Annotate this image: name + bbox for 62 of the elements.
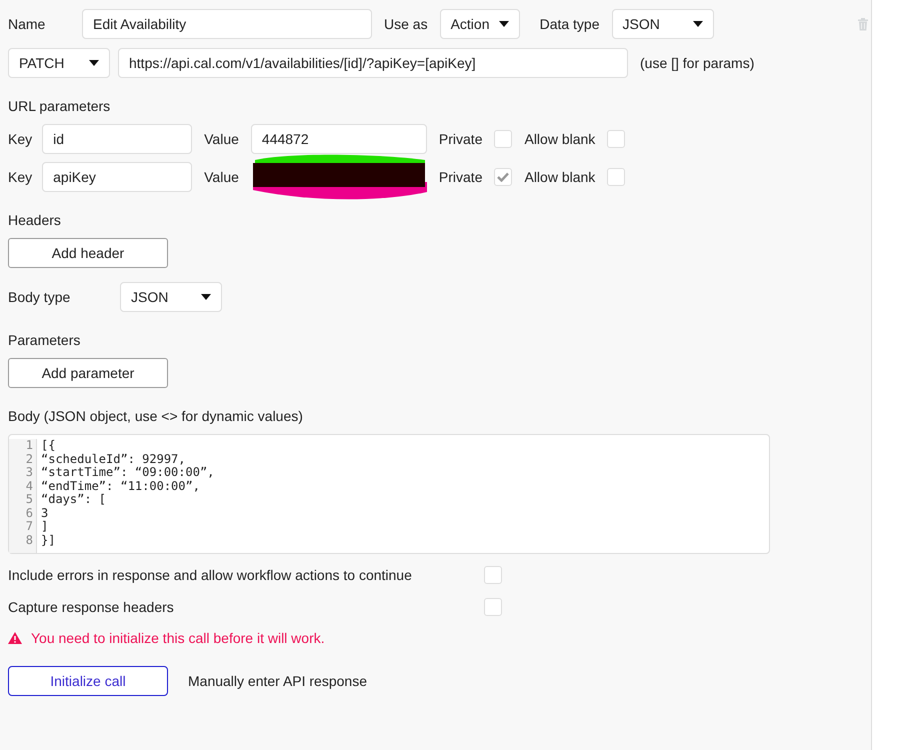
checkbox[interactable]	[494, 130, 512, 148]
hint-text: (use [] for params)	[640, 55, 754, 71]
line-number: 6	[24, 506, 33, 520]
field-label: Value	[204, 131, 239, 147]
checkbox[interactable]	[484, 598, 502, 616]
dropdown[interactable]: PATCH	[8, 48, 110, 78]
field-label: Name	[8, 16, 46, 32]
checkbox[interactable]	[607, 168, 626, 186]
section-title: URL parameters	[8, 98, 110, 114]
field-label: Allow blank	[524, 169, 596, 185]
field-label: Private	[438, 169, 482, 185]
warning-icon	[8, 632, 22, 644]
section-title: Parameters	[8, 332, 80, 348]
code-line: 3	[41, 506, 50, 520]
line-number: 8	[24, 534, 33, 547]
option-label: Include errors in response and allow workflow actions to continue	[8, 567, 412, 583]
field-label: Body type	[8, 289, 72, 305]
field-label: Use as	[384, 16, 428, 32]
code-line: “startTime”: “09:00:00”,	[41, 466, 214, 480]
section-title: Body (JSON object, use <> for dynamic values)	[8, 408, 303, 424]
dropdown[interactable]: Action	[440, 9, 520, 39]
line-number: 7	[24, 520, 33, 534]
trash-icon[interactable]	[857, 17, 869, 31]
line-number: 1	[24, 439, 33, 452]
warning-message: You need to initialize this call before it will work.	[31, 630, 325, 646]
option-label: Capture response headers	[8, 599, 174, 615]
line-number: 5	[24, 493, 33, 506]
manual-response-link[interactable]: Manually enter API response	[188, 673, 367, 689]
caret-icon	[498, 21, 509, 27]
section-title: Headers	[8, 212, 61, 228]
checkbox[interactable]	[494, 168, 512, 186]
input-field[interactable]: 444872	[250, 124, 427, 154]
line-number: 3	[24, 466, 33, 480]
input-field[interactable]: https://api.cal.com/v1/availabilities/[id]/?apiKey=[apiKey]	[118, 48, 628, 78]
code-line: “endTime”: “11:00:00”,	[41, 480, 201, 493]
dropdown[interactable]: JSON	[120, 282, 222, 312]
field-label: Key	[8, 169, 32, 185]
code-editor[interactable]: 1 2 3 4 5 6 7 8 [{ “scheduleId”: 92997, “startTime”: “09:00:00”, “endTime”: “11:00:00”, “days”: [ 3 ] }]	[8, 434, 770, 554]
checkbox[interactable]	[484, 566, 502, 584]
field-label: Value	[204, 169, 239, 185]
input-field[interactable]: apiKey	[42, 162, 192, 192]
field-label: Allow blank	[524, 131, 596, 147]
line-number: 4	[24, 480, 33, 493]
code-line: “scheduleId”: 92997,	[41, 452, 186, 466]
code-line: [{	[41, 439, 56, 452]
caret-icon	[692, 21, 703, 27]
input-field[interactable]: id	[42, 124, 192, 154]
field-label: Key	[8, 131, 32, 147]
code-line: “days”: [	[41, 493, 108, 506]
code-line: ]	[41, 520, 50, 534]
add-parameter-button[interactable]: Add parameter	[8, 358, 168, 388]
field-label: Private	[438, 131, 482, 147]
code-line: }]	[41, 534, 56, 547]
add-header-button[interactable]: Add header	[8, 238, 168, 268]
field-label: Data type	[540, 16, 600, 32]
caret-icon	[89, 60, 99, 66]
checkbox[interactable]	[607, 130, 626, 148]
caret-icon	[201, 294, 211, 300]
input-field[interactable]: Edit Availability	[82, 9, 372, 39]
initialize-call-button[interactable]: Initialize call	[8, 666, 168, 696]
dropdown[interactable]: JSON	[612, 9, 714, 39]
line-number: 2	[24, 452, 33, 466]
